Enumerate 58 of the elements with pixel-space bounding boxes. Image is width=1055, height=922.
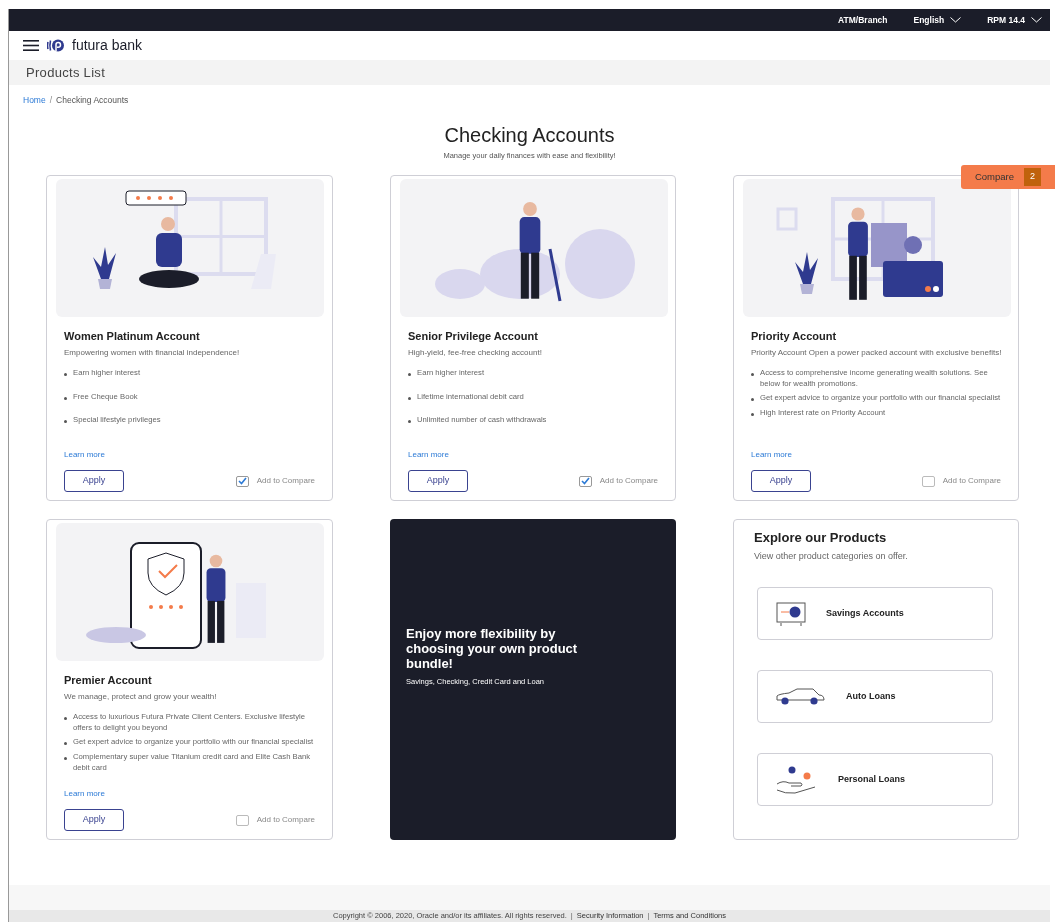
page-heading: Checking Accounts <box>443 122 616 147</box>
breadcrumb-link[interactable]: Home <box>23 94 46 107</box>
bullet-icon <box>64 396 67 400</box>
breadcrumb-separator: / <box>49 94 53 107</box>
bullet-icon <box>64 757 67 761</box>
breadcrumb-current: Checking Accounts <box>56 94 129 107</box>
top-bar-link[interactable]: RPM 14.4 <box>987 13 1042 27</box>
bullet-icon <box>64 420 67 424</box>
apply-button[interactable]: Apply <box>64 470 124 492</box>
learn-more-link[interactable]: Learn more <box>64 788 323 800</box>
product-tagline: Priority Account Open a power packed account with exclusive benefits! <box>751 347 1003 358</box>
bullet-icon <box>751 398 754 402</box>
page-title: Products List <box>26 63 106 82</box>
compare-checkbox[interactable] <box>578 475 592 487</box>
compare-count: 2 <box>1024 168 1041 186</box>
compare-button[interactable]: Compare 2 <box>960 165 1055 189</box>
compare-checkbox[interactable] <box>235 814 249 826</box>
hand-coins-icon <box>776 765 818 794</box>
compare-checkbox[interactable] <box>921 475 935 487</box>
bullet-icon <box>751 413 754 417</box>
category-tile[interactable]: Personal Loans <box>757 753 993 806</box>
safe-icon <box>776 601 806 626</box>
product-tagline: Empowering women with financial independence! <box>64 347 241 358</box>
learn-more-link[interactable]: Learn more <box>751 449 1009 461</box>
compare-label: Add to Compare <box>942 475 1001 487</box>
logo-icon <box>47 39 64 52</box>
product-tagline: High-yield, fee-free checking account! <box>408 347 543 358</box>
category-tile[interactable]: Savings Accounts <box>757 587 993 640</box>
product-title: Senior Privilege Account <box>408 329 539 344</box>
learn-more-link[interactable]: Learn more <box>408 449 666 461</box>
bullet-icon <box>64 372 67 376</box>
category-tile[interactable]: Auto Loans <box>757 670 993 723</box>
top-bar-link[interactable]: ATM/Branch <box>838 13 888 27</box>
bullet-icon <box>408 396 411 400</box>
apply-button[interactable]: Apply <box>408 470 468 492</box>
apply-button[interactable]: Apply <box>64 809 124 831</box>
learn-more-link[interactable]: Learn more <box>64 449 323 461</box>
explore-subtitle: View other product categories on offer. <box>754 549 909 563</box>
bullet-icon <box>408 420 411 424</box>
compare-checkbox[interactable] <box>235 475 249 487</box>
top-bar-link[interactable]: English <box>913 13 962 27</box>
menu-icon[interactable] <box>23 40 39 51</box>
car-icon <box>776 687 826 706</box>
product-title: Priority Account <box>751 329 838 344</box>
promo-title: Enjoy more flexibility by choosing your own product bundle! <box>406 627 579 672</box>
explore-title: Explore our Products <box>754 529 888 547</box>
brand-name[interactable]: futura bank <box>72 35 143 56</box>
bullet-icon <box>64 716 67 720</box>
compare-label: Add to Compare <box>256 475 315 487</box>
product-title: Women Platinum Account <box>64 329 201 344</box>
product-title: Premier Account <box>64 673 153 688</box>
bullet-icon <box>64 742 67 746</box>
compare-label: Add to Compare <box>256 814 315 826</box>
apply-button[interactable]: Apply <box>751 470 811 492</box>
bullet-icon <box>408 372 411 376</box>
compare-label: Add to Compare <box>599 475 658 487</box>
product-tagline: We manage, protect and grow your wealth! <box>64 691 218 702</box>
bullet-icon <box>751 372 754 376</box>
